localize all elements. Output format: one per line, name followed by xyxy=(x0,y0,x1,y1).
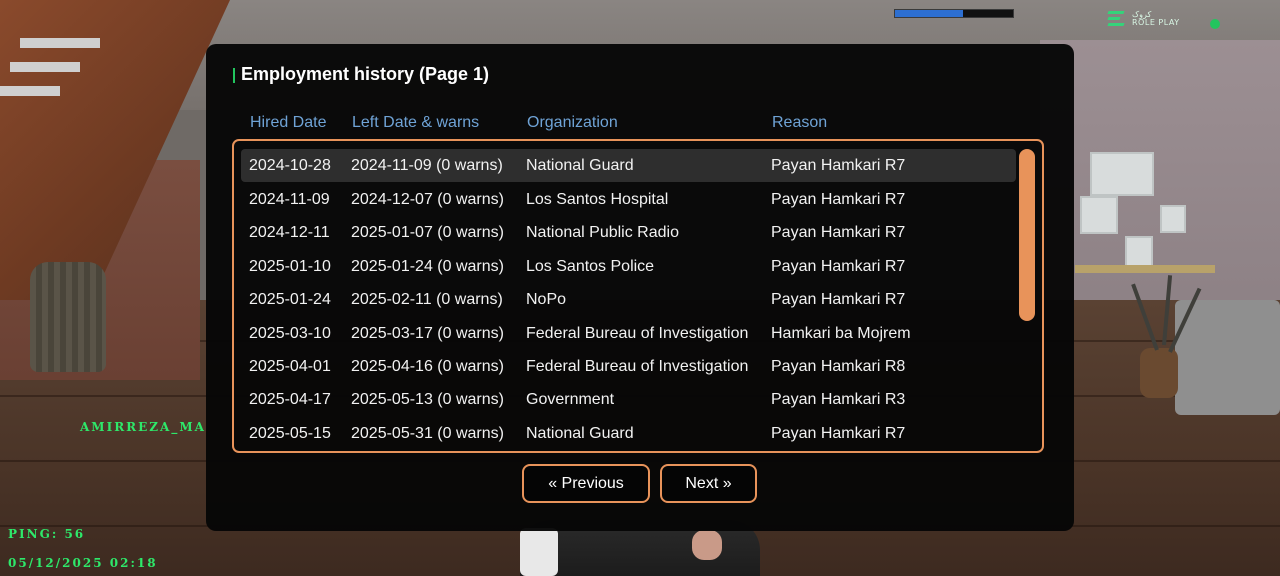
cell-left-date: 2025-02-11 (0 warns) xyxy=(351,291,503,308)
column-header-organization: Organization xyxy=(527,114,618,131)
cell-organization: Federal Bureau of Investigation xyxy=(526,325,749,342)
cell-organization: National Guard xyxy=(526,425,634,442)
cell-reason: Payan Hamkari R8 xyxy=(771,358,906,375)
list-item[interactable]: 2024-11-09 2024-12-07 (0 warns) Los Sant… xyxy=(241,183,1016,216)
connection-status-dot xyxy=(1210,19,1220,29)
shelf xyxy=(1075,265,1215,273)
cell-reason: Payan Hamkari R7 xyxy=(771,291,906,308)
list-item[interactable]: 2024-12-11 2025-01-07 (0 warns) National… xyxy=(241,216,1016,249)
list-item[interactable]: 2025-04-01 2025-04-16 (0 warns) Federal … xyxy=(241,350,1016,383)
ping-readout: PING: 56 xyxy=(8,527,86,541)
plant-pot xyxy=(1140,348,1178,398)
cell-organization: National Public Radio xyxy=(526,224,679,241)
cell-left-date: 2025-05-31 (0 warns) xyxy=(351,425,504,442)
cell-left-date: 2025-01-07 (0 warns) xyxy=(351,224,504,241)
previous-page-button[interactable]: « Previous xyxy=(522,464,650,503)
cell-reason: Payan Hamkari R7 xyxy=(771,258,906,275)
cell-hired-date: 2024-11-09 xyxy=(249,191,330,208)
stair-step xyxy=(10,62,80,72)
history-list[interactable]: 2024-10-28 2024-11-09 (0 warns) National… xyxy=(232,139,1044,453)
cell-reason: Payan Hamkari R7 xyxy=(771,224,906,241)
dialog-title-text: Employment history (Page 1) xyxy=(241,64,490,84)
wall-window xyxy=(1160,205,1186,233)
cell-hired-date: 2025-05-15 xyxy=(249,425,331,442)
list-item[interactable]: 2025-01-10 2025-01-24 (0 warns) Los Sant… xyxy=(241,250,1016,283)
character-hand xyxy=(692,530,722,560)
cell-organization: Federal Bureau of Investigation xyxy=(526,358,749,375)
cell-left-date: 2025-04-16 (0 warns) xyxy=(351,358,504,375)
cell-hired-date: 2024-12-11 xyxy=(249,224,330,241)
wall-window xyxy=(1090,152,1154,196)
cell-reason: Hamkari ba Mojrem xyxy=(771,325,911,342)
cell-left-date: 2025-01-24 (0 warns) xyxy=(351,258,504,275)
cell-left-date: 2024-11-09 (0 warns) xyxy=(351,157,503,174)
cell-reason: Payan Hamkari R3 xyxy=(771,391,906,408)
logo-icon xyxy=(1107,10,1126,28)
cell-organization: Los Santos Hospital xyxy=(526,191,669,208)
cell-left-date: 2025-05-13 (0 warns) xyxy=(351,391,504,408)
cell-organization: Government xyxy=(526,391,615,408)
cell-reason: Payan Hamkari R7 xyxy=(771,157,906,174)
cell-hired-date: 2025-01-10 xyxy=(249,258,331,275)
server-logo: کروک ROLE PLAY xyxy=(1107,10,1180,28)
list-scrollbar[interactable] xyxy=(1019,149,1035,321)
cell-left-date: 2025-03-17 (0 warns) xyxy=(351,325,504,342)
list-item[interactable]: 2024-10-28 2024-11-09 (0 warns) National… xyxy=(241,149,1016,182)
employment-history-dialog: Employment history (Page 1) Hired Date L… xyxy=(206,44,1074,531)
column-header-left-date: Left Date & warns xyxy=(352,114,480,131)
cell-hired-date: 2025-03-10 xyxy=(249,325,331,342)
column-header-reason: Reason xyxy=(772,114,828,131)
sofa xyxy=(1175,300,1280,415)
dialog-title: Employment history (Page 1) xyxy=(233,64,489,85)
barrel xyxy=(30,262,106,372)
stair-step xyxy=(20,38,100,48)
player-nametag: AMIRREZA_MA xyxy=(80,420,206,434)
cell-hired-date: 2025-04-17 xyxy=(249,391,331,408)
character-sleeve xyxy=(520,528,558,576)
cell-organization: NoPo xyxy=(526,291,567,308)
cell-organization: National Guard xyxy=(526,157,634,174)
column-header-hired-date: Hired Date xyxy=(250,114,327,131)
date-time-readout: 05/12/2025 02:18 xyxy=(8,556,158,570)
cell-hired-date: 2024-10-28 xyxy=(249,157,331,174)
list-item[interactable]: 2025-03-10 2025-03-17 (0 warns) Federal … xyxy=(241,317,1016,350)
cell-hired-date: 2025-01-24 xyxy=(249,291,331,308)
cell-hired-date: 2025-04-01 xyxy=(249,358,331,375)
health-fill xyxy=(895,10,964,17)
logo-line2: ROLE PLAY xyxy=(1132,18,1180,27)
health-bar xyxy=(894,9,1014,18)
stair-step xyxy=(0,86,60,96)
list-item[interactable]: 2025-04-17 2025-05-13 (0 warns) Governme… xyxy=(241,383,1016,416)
wall-window xyxy=(1080,196,1118,234)
cell-reason: Payan Hamkari R7 xyxy=(771,425,906,442)
list-item[interactable]: 2025-01-24 2025-02-11 (0 warns) NoPo Pay… xyxy=(241,283,1016,316)
cell-organization: Los Santos Police xyxy=(526,258,655,275)
cell-left-date: 2024-12-07 (0 warns) xyxy=(351,191,504,208)
cell-reason: Payan Hamkari R7 xyxy=(771,191,906,208)
next-page-button[interactable]: Next » xyxy=(660,464,757,503)
list-item[interactable]: 2025-05-15 2025-05-31 (0 warns) National… xyxy=(241,417,1016,450)
